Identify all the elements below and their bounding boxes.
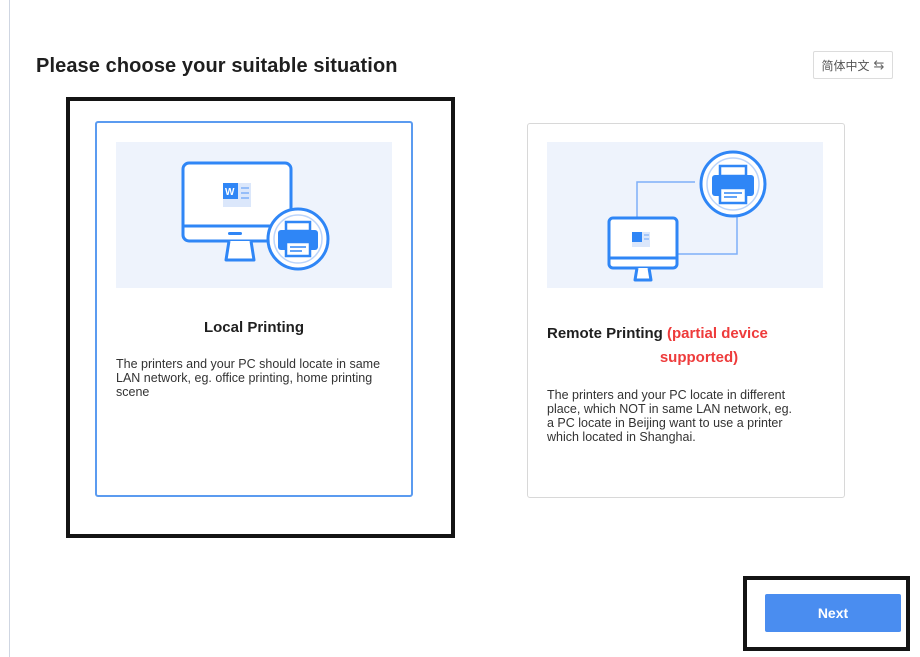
remote-printing-title-text: Remote Printing	[547, 325, 663, 342]
remote-printing-description: The printers and your PC locate in diffe…	[547, 388, 793, 444]
swap-icon: ⇆	[873, 57, 885, 73]
page-title: Please choose your suitable situation	[36, 55, 398, 77]
partial-support-note: (partial device	[667, 325, 768, 342]
language-label: 简体中文	[821, 58, 870, 73]
monitor-connected-to-remote-printer-icon	[607, 150, 767, 282]
remote-printing-illustration	[547, 142, 823, 288]
partial-support-note-line2: supported)	[659, 349, 739, 366]
highlight-frame-next-button	[743, 576, 910, 651]
printer-setup-page: Please choose your suitable situation 简体…	[0, 0, 920, 657]
option-card-remote-printing[interactable]: Remote Printing (partial device supporte…	[527, 123, 845, 498]
highlight-frame-local-option	[66, 97, 455, 538]
window-edge-divider	[9, 0, 10, 657]
language-switch[interactable]: 简体中文 ⇆	[813, 51, 893, 79]
remote-printing-title: Remote Printing (partial device supporte…	[547, 322, 837, 370]
